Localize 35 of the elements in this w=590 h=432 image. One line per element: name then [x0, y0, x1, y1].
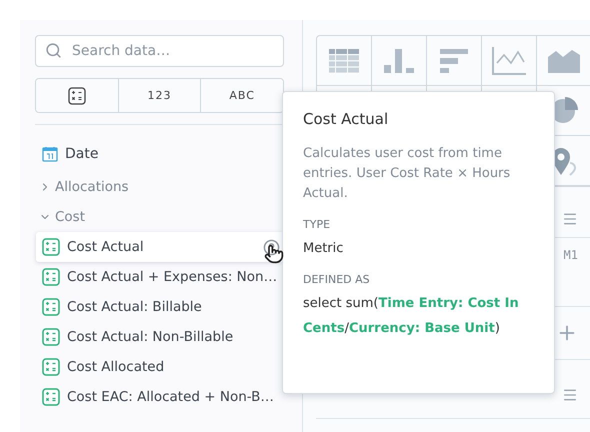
tooltip-description: Calculates user cost from time entries. User Cost Rate × Hours Actual. [303, 145, 512, 203]
section-value: Metric [303, 240, 344, 258]
tree-item[interactable]: Date [36, 139, 284, 169]
item-label[interactable]: Cost Actual + Expenses: Non… [67, 269, 280, 285]
hovered-tree-item[interactable]: Cost Actual [36, 232, 284, 262]
help-icon[interactable] [263, 238, 280, 256]
item-label: Cost Actual [67, 239, 145, 255]
area-chart-icon[interactable] [548, 48, 580, 72]
horizontal-bar-chart-icon[interactable] [440, 48, 468, 72]
calculator-icon [68, 86, 86, 104]
tooltip-title: Cost Actual [303, 110, 390, 128]
metric-icon [42, 358, 60, 376]
section-heading: DEFINED AS [303, 273, 371, 286]
metric-icon [42, 298, 60, 316]
search-field[interactable]: Search data… [35, 35, 284, 67]
item-label[interactable]: Cost Actual: Non-Billable [67, 329, 280, 345]
bar-chart-icon[interactable] [384, 48, 414, 72]
item-label[interactable]: Cost Allocated [67, 359, 280, 375]
section-value: select sum(Time Entry: Cost In Cents/Currency: Base Unit) [303, 295, 520, 338]
calendar-icon [42, 146, 58, 162]
section-heading: TYPE [303, 218, 332, 231]
metric-icon [42, 238, 60, 256]
menu-icon[interactable] [562, 211, 578, 227]
search-icon [45, 42, 62, 59]
filter-button[interactable]: ABC [200, 79, 283, 112]
menu-icon[interactable] [562, 387, 578, 403]
table-chart-icon[interactable] [328, 48, 360, 72]
metric-icon [42, 328, 60, 346]
metric-icon [42, 268, 60, 286]
item-label[interactable]: Cost EAC: Allocated + Non-B… [67, 389, 280, 405]
bucket-marker: M1 [564, 248, 578, 262]
metric-icon [42, 388, 60, 406]
item-label[interactable]: Cost Actual: Billable [67, 299, 280, 315]
item-label: Date [65, 146, 100, 162]
line-chart-icon[interactable] [492, 46, 526, 74]
